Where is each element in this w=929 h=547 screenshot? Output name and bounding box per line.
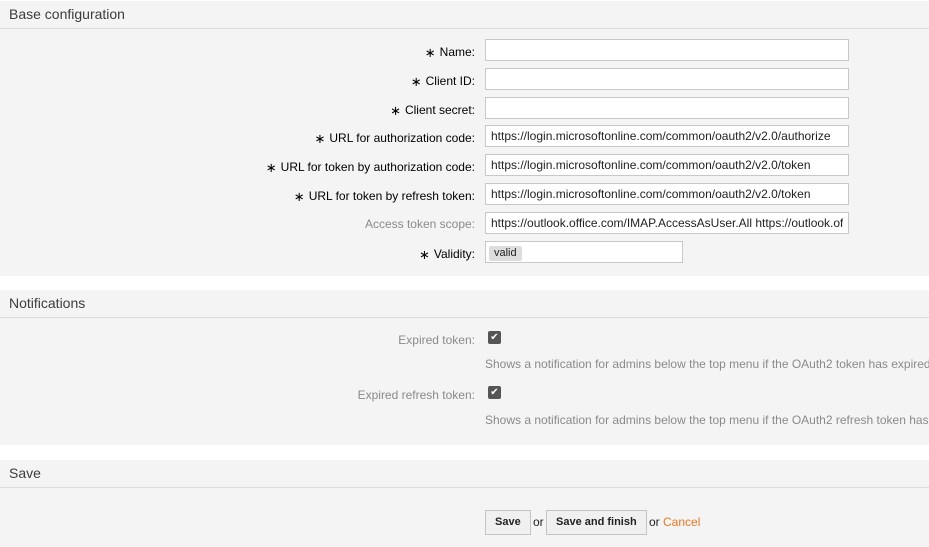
token-by-refresh-url-label: ∗ URL for token by refresh token: <box>293 189 475 204</box>
client-secret-label: ∗ Client secret: <box>390 103 475 118</box>
checkmark-icon: ✔ <box>490 332 499 343</box>
client-id-input[interactable] <box>485 68 849 90</box>
expired-refresh-token-label: Expired refresh token: <box>357 388 475 402</box>
expired-refresh-token-checkbox[interactable]: ✔ <box>488 386 501 399</box>
validity-select[interactable]: valid <box>485 241 683 263</box>
or-separator: or <box>533 515 544 529</box>
base-configuration-section: Base configuration ∗ Name: ∗ Client ID: ∗ C… <box>0 1 929 276</box>
required-marker: ∗ <box>390 103 401 118</box>
required-marker: ∗ <box>314 131 326 146</box>
expired-refresh-token-description: Shows a notification for admins below th… <box>485 413 929 427</box>
notifications-section: Notifications Expired token: ✔ Shows a n… <box>0 290 929 445</box>
section-title-notifications: Notifications <box>0 290 929 318</box>
or-separator: or <box>649 515 660 529</box>
section-title-base-configuration: Base configuration <box>0 1 929 29</box>
expired-token-description: Shows a notification for admins below th… <box>485 357 929 371</box>
access-token-scope-label: Access token scope: <box>364 217 475 231</box>
token-by-auth-code-url-label: ∗ URL for token by authorization code: <box>265 160 475 175</box>
save-section: Save Save or Save and finish or Cancel <box>0 460 929 547</box>
validity-label: ∗ Validity: <box>418 247 475 262</box>
expired-token-checkbox[interactable]: ✔ <box>488 331 501 344</box>
token-by-refresh-url-input[interactable] <box>485 183 849 205</box>
auth-code-url-input[interactable] <box>485 125 849 147</box>
auth-code-url-label: ∗ URL for authorization code: <box>314 131 475 146</box>
checkmark-icon: ✔ <box>490 387 499 398</box>
access-token-scope-input[interactable] <box>485 212 849 234</box>
required-marker: ∗ <box>265 160 277 175</box>
expired-token-label: Expired token: <box>398 333 475 347</box>
required-marker: ∗ <box>418 247 430 262</box>
required-marker: ∗ <box>410 74 422 89</box>
required-marker: ∗ <box>293 189 305 204</box>
name-input[interactable] <box>485 39 849 61</box>
client-secret-input[interactable] <box>485 97 849 119</box>
save-and-finish-button[interactable]: Save and finish <box>546 510 647 535</box>
validity-selected-tag: valid <box>489 246 522 261</box>
required-marker: ∗ <box>424 45 436 60</box>
client-id-label: ∗ Client ID: <box>410 74 475 89</box>
token-by-auth-code-url-input[interactable] <box>485 154 849 176</box>
name-label: ∗ Name: <box>424 45 475 60</box>
save-button[interactable]: Save <box>485 510 531 535</box>
cancel-link[interactable]: Cancel <box>663 515 700 529</box>
section-title-save: Save <box>0 460 929 488</box>
